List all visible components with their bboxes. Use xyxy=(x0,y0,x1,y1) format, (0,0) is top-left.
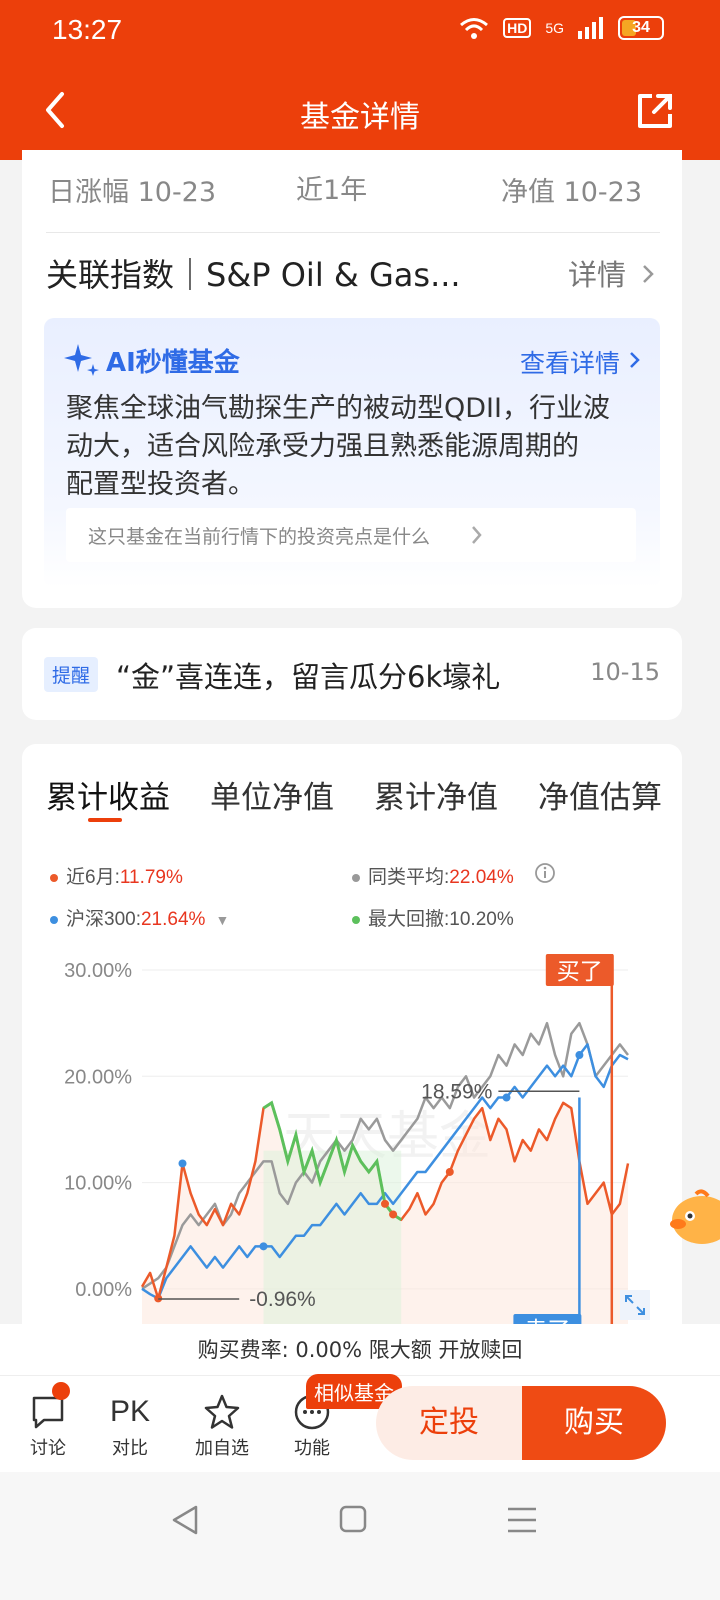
hd-badge: HD xyxy=(503,18,532,38)
discuss-button[interactable]: 讨论 xyxy=(18,1382,78,1460)
info-icon[interactable] xyxy=(534,862,556,884)
chevron-right-icon xyxy=(643,265,654,283)
notice-tag: 提醒 xyxy=(44,657,99,692)
legend-dot xyxy=(352,873,360,882)
status-time: 13:27 xyxy=(52,14,123,45)
legend-dot xyxy=(50,873,58,882)
ai-detail-link[interactable]: 查看详情 xyxy=(520,344,620,380)
network-label: 5G xyxy=(545,20,564,36)
chart-card: 累计收益 单位净值 累计净值 净值估算 近6月:11.79% 同类平均:22.0… xyxy=(22,744,682,1344)
divider xyxy=(46,232,660,233)
legend-index[interactable]: 沪深300:21.64% ▼ xyxy=(50,904,229,931)
tab-unit-nav[interactable]: 单位净值 xyxy=(210,772,334,817)
trade-point xyxy=(178,1159,187,1168)
pk-icon: PK xyxy=(109,1395,151,1428)
period-label: 近1年 xyxy=(296,175,368,206)
y-tick-label: 30.00% xyxy=(64,960,132,982)
mascot-icon[interactable] xyxy=(668,1188,720,1248)
trade-point xyxy=(502,1093,511,1102)
active-tab-indicator xyxy=(88,818,122,822)
fee-info: 购买费率: 0.00% 限大额 开放赎回 xyxy=(0,1324,720,1376)
related-index-row[interactable]: 关联指数｜S&P Oil & Gas... 详情 xyxy=(46,250,660,298)
chevron-right-icon xyxy=(472,526,482,544)
battery-icon: 34 xyxy=(618,16,664,40)
discuss-label: 讨论 xyxy=(30,1438,66,1459)
nav-bar: 基金详情 xyxy=(0,64,720,160)
nav-label: 净值 10-23 xyxy=(500,177,642,208)
trade-point xyxy=(575,1051,584,1060)
nav-home-icon[interactable] xyxy=(338,1504,368,1534)
high-label: 18.59% xyxy=(421,1080,492,1103)
fund-info-card: 日涨幅 10-23 近1年 净值 10-23 关联指数｜S&P Oil & Ga… xyxy=(22,150,682,608)
star-icon xyxy=(204,1394,240,1429)
system-nav-bar xyxy=(0,1472,720,1600)
status-icons: HD 5G 34 xyxy=(459,16,664,40)
low-label: -0.96% xyxy=(249,1288,316,1311)
bottom-action-bar: 讨论 PK 对比 加自选 功能 相似基金 定投 购买 xyxy=(0,1374,720,1472)
legend-dot xyxy=(352,915,360,924)
signal-icon xyxy=(578,17,603,39)
y-tick-label: 10.00% xyxy=(64,1173,132,1195)
share-icon[interactable] xyxy=(634,90,676,132)
buy-label: 买了 xyxy=(557,959,603,985)
performance-chart[interactable]: 30.00%20.00%10.00%0.00%天天基金18.59%-0.96%买… xyxy=(22,954,682,1344)
ai-title: AI秒懂基金 xyxy=(106,348,240,378)
expand-icon[interactable] xyxy=(620,1290,650,1320)
tab-cumulative-return[interactable]: 累计收益 xyxy=(46,772,170,817)
trade-point xyxy=(389,1210,398,1219)
legend-dot xyxy=(50,915,58,924)
chevron-right-icon xyxy=(630,352,640,368)
trade-point xyxy=(259,1242,268,1251)
trade-point xyxy=(445,1167,454,1176)
notice-card[interactable]: 提醒 “金”喜连连，留言瓜分6k壕礼 10-15 xyxy=(22,628,682,720)
page-title: 基金详情 xyxy=(300,100,420,135)
notice-text: “金”喜连连，留言瓜分6k壕礼 xyxy=(116,660,501,694)
compare-button[interactable]: PK 对比 xyxy=(100,1390,160,1460)
tab-cumulative-nav[interactable]: 累计净值 xyxy=(374,772,498,817)
legend-drawdown: 最大回撤:10.20% xyxy=(352,904,514,931)
nav-menu-icon[interactable] xyxy=(506,1506,538,1534)
daily-change-label: 日涨幅 10-23 xyxy=(48,177,217,208)
sparkle-icon xyxy=(64,344,99,376)
ai-question-text: 这只基金在当前行情下的投资亮点是什么 xyxy=(88,526,431,548)
notice-date: 10-15 xyxy=(590,658,660,686)
legend-fund: 近6月:11.79% xyxy=(50,862,183,889)
ai-summary-text: 聚焦全球油气勘探生产的被动型QDII，行业波 动大，适合风险承受力强且熟悉能源周… xyxy=(66,393,610,500)
nav-back-icon[interactable] xyxy=(170,1504,200,1536)
ai-question-button[interactable]: 这只基金在当前行情下的投资亮点是什么 xyxy=(66,508,636,562)
sip-button[interactable]: 定投 xyxy=(376,1386,522,1460)
watchlist-label: 加自选 xyxy=(195,1438,249,1459)
buy-button[interactable]: 购买 xyxy=(522,1386,666,1460)
wifi-icon xyxy=(460,18,489,39)
status-bar: 13:27 HD 5G 34 xyxy=(0,0,720,64)
related-index-label: 关联指数｜S&P Oil & Gas... xyxy=(46,256,461,294)
tab-nav-estimate[interactable]: 净值估算 xyxy=(538,772,662,817)
trade-point xyxy=(381,1199,389,1208)
related-index-detail: 详情 xyxy=(567,258,626,292)
notification-dot xyxy=(52,1382,70,1400)
y-tick-label: 20.00% xyxy=(64,1066,132,1088)
function-label: 功能 xyxy=(294,1438,330,1459)
watchlist-button[interactable]: 加自选 xyxy=(192,1390,252,1460)
dropdown-arrow-icon: ▼ xyxy=(215,912,230,928)
y-tick-label: 0.00% xyxy=(75,1279,132,1301)
ai-summary-box: AI秒懂基金 查看详情 聚焦全球油气勘探生产的被动型QDII，行业波 动大，适合… xyxy=(44,318,660,588)
compare-label: 对比 xyxy=(112,1438,148,1459)
legend-peer: 同类平均:22.04% xyxy=(352,862,514,889)
